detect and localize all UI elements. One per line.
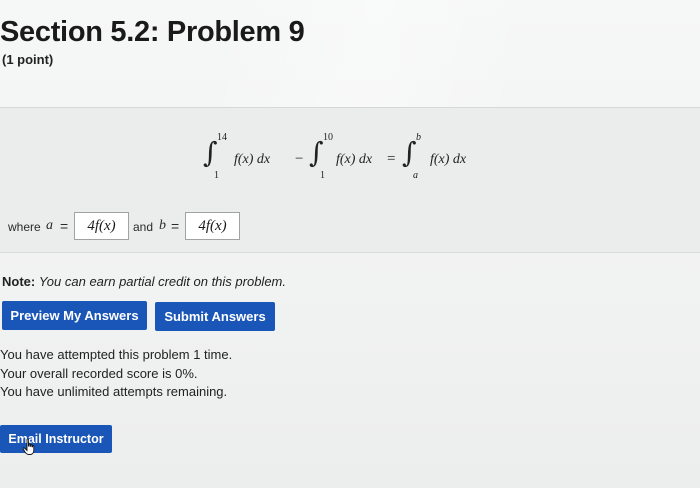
integral-1-lower: 1: [214, 170, 219, 181]
webwork-problem-page: Section 5.2: Problem 9 (1 point) ∫ 14 1 …: [0, 0, 700, 488]
note-label: Note:: [2, 274, 36, 289]
points-label: (1 point): [2, 52, 54, 67]
integral-3-integrand: f(x) dx: [430, 152, 467, 167]
equals-a: =: [60, 218, 69, 234]
email-instructor-button[interactable]: Email Instructor: [0, 425, 112, 453]
attempt-status: You have attempted this problem 1 time. …: [0, 346, 232, 402]
answer-b-input[interactable]: 4f(x): [185, 212, 240, 240]
preview-answers-button[interactable]: Preview My Answers: [2, 301, 147, 330]
page-title: Section 5.2: Problem 9: [0, 16, 305, 48]
integral-2-integrand: f(x) dx: [336, 152, 373, 167]
hand-cursor-icon: [22, 438, 35, 455]
integral-3-lower: a: [413, 170, 418, 181]
integral-sign-icon: ∫: [402, 136, 417, 169]
integral-3-upper: b: [416, 132, 421, 143]
minus-sign: −: [295, 151, 304, 167]
note-text: You can earn partial credit on this prob…: [38, 274, 286, 289]
problem-box: ∫ 14 1 f(x) dx − ∫ 10 1 f(x) dx = ∫ b a …: [0, 108, 700, 253]
remaining-text: You have unlimited attempts remaining.: [0, 384, 228, 399]
answer-a-input[interactable]: 4f(x): [74, 212, 129, 240]
submit-answers-button[interactable]: Submit Answers: [155, 302, 275, 331]
integral-sign-icon: ∫: [203, 136, 218, 169]
score-text: Your overall recorded score is 0%.: [0, 365, 198, 381]
note: Note: You can earn partial credit on thi…: [2, 274, 286, 289]
integral-1-upper: 14: [217, 132, 227, 143]
equals-b: =: [171, 218, 180, 234]
where-label: where: [8, 220, 41, 234]
and-label: and: [133, 220, 154, 234]
attempted-text: You have attempted this problem 1 time.: [0, 347, 233, 362]
equals-sign: =: [387, 151, 396, 167]
integral-1-integrand: f(x) dx: [234, 152, 271, 167]
integral-sign-icon: ∫: [309, 136, 324, 169]
integral-2-upper: 10: [323, 132, 333, 143]
integral-2-lower: 1: [320, 170, 325, 181]
var-b-label: b: [159, 218, 166, 233]
var-a-label: a: [46, 218, 53, 233]
